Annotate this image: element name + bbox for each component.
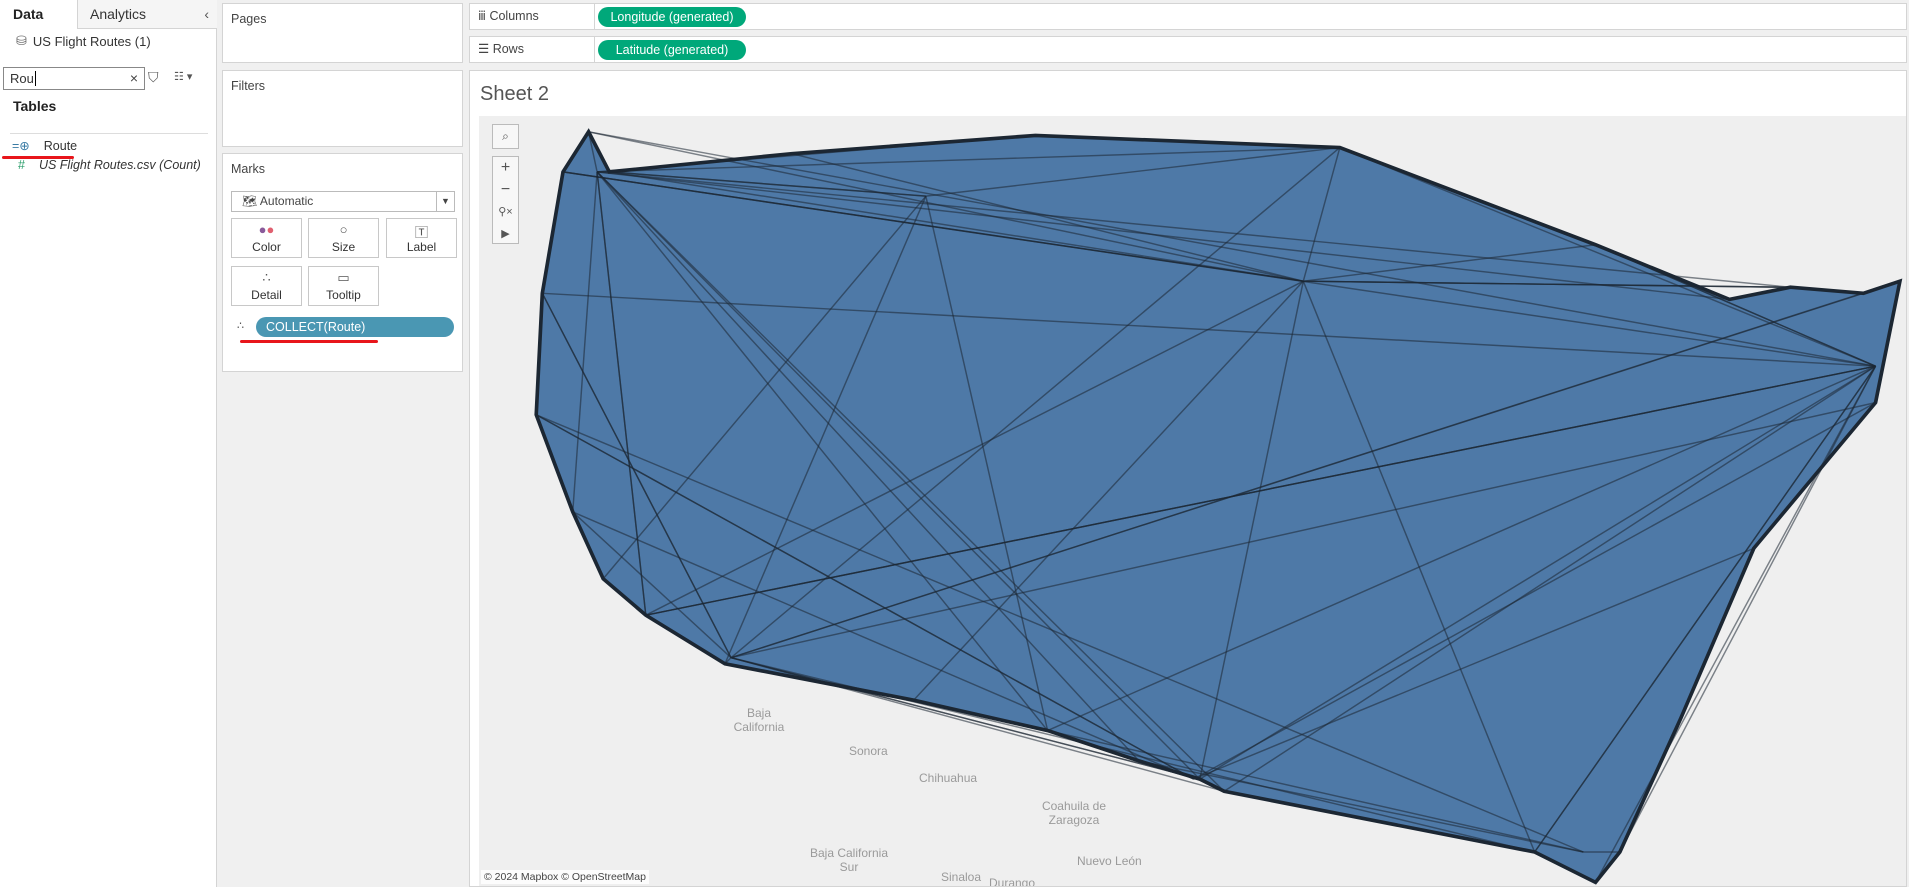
color-label: Color xyxy=(252,240,281,254)
columns-label: ⅲ Columns xyxy=(470,4,595,29)
field-route[interactable]: =⊕ Route xyxy=(12,138,78,154)
detail-button[interactable]: ∴ Detail xyxy=(231,266,302,306)
expand-toolbar-icon[interactable]: ▶ xyxy=(493,223,518,245)
tooltip-button[interactable]: ▭ Tooltip xyxy=(308,266,379,306)
label-icon: 🅃 xyxy=(414,225,428,240)
datasource-item[interactable]: ⛁ US Flight Routes (1) xyxy=(16,33,151,49)
columns-text: Columns xyxy=(489,9,539,23)
collapse-chevron-icon[interactable]: ‹ xyxy=(204,0,209,29)
database-icon: ⛁ xyxy=(16,33,27,48)
columns-shelf[interactable]: ⅲ Columns Longitude (generated) xyxy=(469,3,1907,30)
size-icon: ○ xyxy=(339,222,348,237)
sheet-title: Sheet 2 xyxy=(480,83,549,105)
size-label: Size xyxy=(331,240,356,254)
mark-type-dropdown[interactable]: 🗺 Automatic ▼ xyxy=(231,191,455,212)
longitude-pill[interactable]: Longitude (generated) xyxy=(598,7,746,27)
map-icon: 🗺 xyxy=(242,194,260,208)
filters-shelf[interactable]: Filters xyxy=(222,70,463,147)
detail-label: Detail xyxy=(251,288,282,302)
globe-icon: =⊕ xyxy=(12,139,30,153)
marks-title: Marks xyxy=(231,162,266,176)
search-map-button[interactable]: ⌕ xyxy=(492,124,519,149)
label-label: Label xyxy=(406,240,437,254)
tooltip-label: Tooltip xyxy=(326,288,361,302)
map-view[interactable]: Baja California Sonora Chihuahua Coahuil… xyxy=(479,116,1906,886)
field-label: Route xyxy=(43,138,78,153)
reset-pin-icon[interactable]: ⚲× xyxy=(493,201,518,223)
columns-icon: ⅲ xyxy=(478,9,490,23)
datasource-label: US Flight Routes (1) xyxy=(32,33,151,49)
zoom-out-button[interactable]: − xyxy=(493,179,518,201)
marks-card: Marks 🗺 Automatic ▼ ●● Color ○ Size 🅃 Label … xyxy=(222,153,463,372)
tables-heading: Tables xyxy=(13,98,57,114)
zoom-in-button[interactable]: + xyxy=(493,157,518,179)
detail-icon: ∴ xyxy=(262,270,271,285)
tab-data[interactable]: Data xyxy=(0,0,77,29)
search-input[interactable]: Rou × xyxy=(3,67,145,90)
clear-icon[interactable]: × xyxy=(130,68,138,89)
worksheet-view: Sheet 2 Baja California Sonora Chihuahua… xyxy=(469,70,1907,887)
zoom-controls: + − ⚲× ▶ xyxy=(492,156,519,244)
tab-analytics-label: Analytics xyxy=(90,6,147,22)
detail-icon: ∴ xyxy=(237,320,244,332)
search-value: Rou xyxy=(10,71,34,86)
highlight-underline xyxy=(240,340,378,343)
tab-analytics[interactable]: Analytics ‹ xyxy=(77,0,217,29)
filter-icon[interactable]: ⛉ xyxy=(148,69,159,86)
filters-title: Filters xyxy=(231,79,266,93)
mark-type-value: Automatic xyxy=(259,194,314,208)
rows-text: Rows xyxy=(492,42,524,56)
measure-hash-icon: # xyxy=(18,158,25,172)
rows-icon: ☰ xyxy=(478,42,493,56)
flight-routes-layer xyxy=(534,128,1903,885)
chevron-down-icon[interactable]: ▼ xyxy=(436,192,454,211)
field-count[interactable]: # US Flight Routes.csv (Count) xyxy=(12,158,201,172)
color-button[interactable]: ●● Color xyxy=(231,218,302,258)
collect-route-pill[interactable]: COLLECT(Route) xyxy=(256,317,454,337)
latitude-pill[interactable]: Latitude (generated) xyxy=(598,40,746,60)
size-button[interactable]: ○ Size xyxy=(308,218,379,258)
map-attribution: © 2024 Mapbox © OpenStreetMap xyxy=(481,870,649,884)
rows-label: ☰ Rows xyxy=(470,37,595,62)
field-label: US Flight Routes.csv (Count) xyxy=(38,158,201,172)
divider xyxy=(10,133,208,134)
pages-shelf[interactable]: Pages xyxy=(222,3,463,63)
color-dots-icon: ●● xyxy=(258,222,275,237)
label-button[interactable]: 🅃 Label xyxy=(386,218,457,258)
tooltip-icon: ▭ xyxy=(337,270,350,285)
view-list-icon[interactable]: ☷ ▾ xyxy=(174,70,192,83)
pages-title: Pages xyxy=(231,12,267,26)
rows-shelf[interactable]: ☰ Rows Latitude (generated) xyxy=(469,36,1907,63)
data-pane: Data Analytics ‹ ⛁ US Flight Routes (1) Ro… xyxy=(0,0,217,887)
